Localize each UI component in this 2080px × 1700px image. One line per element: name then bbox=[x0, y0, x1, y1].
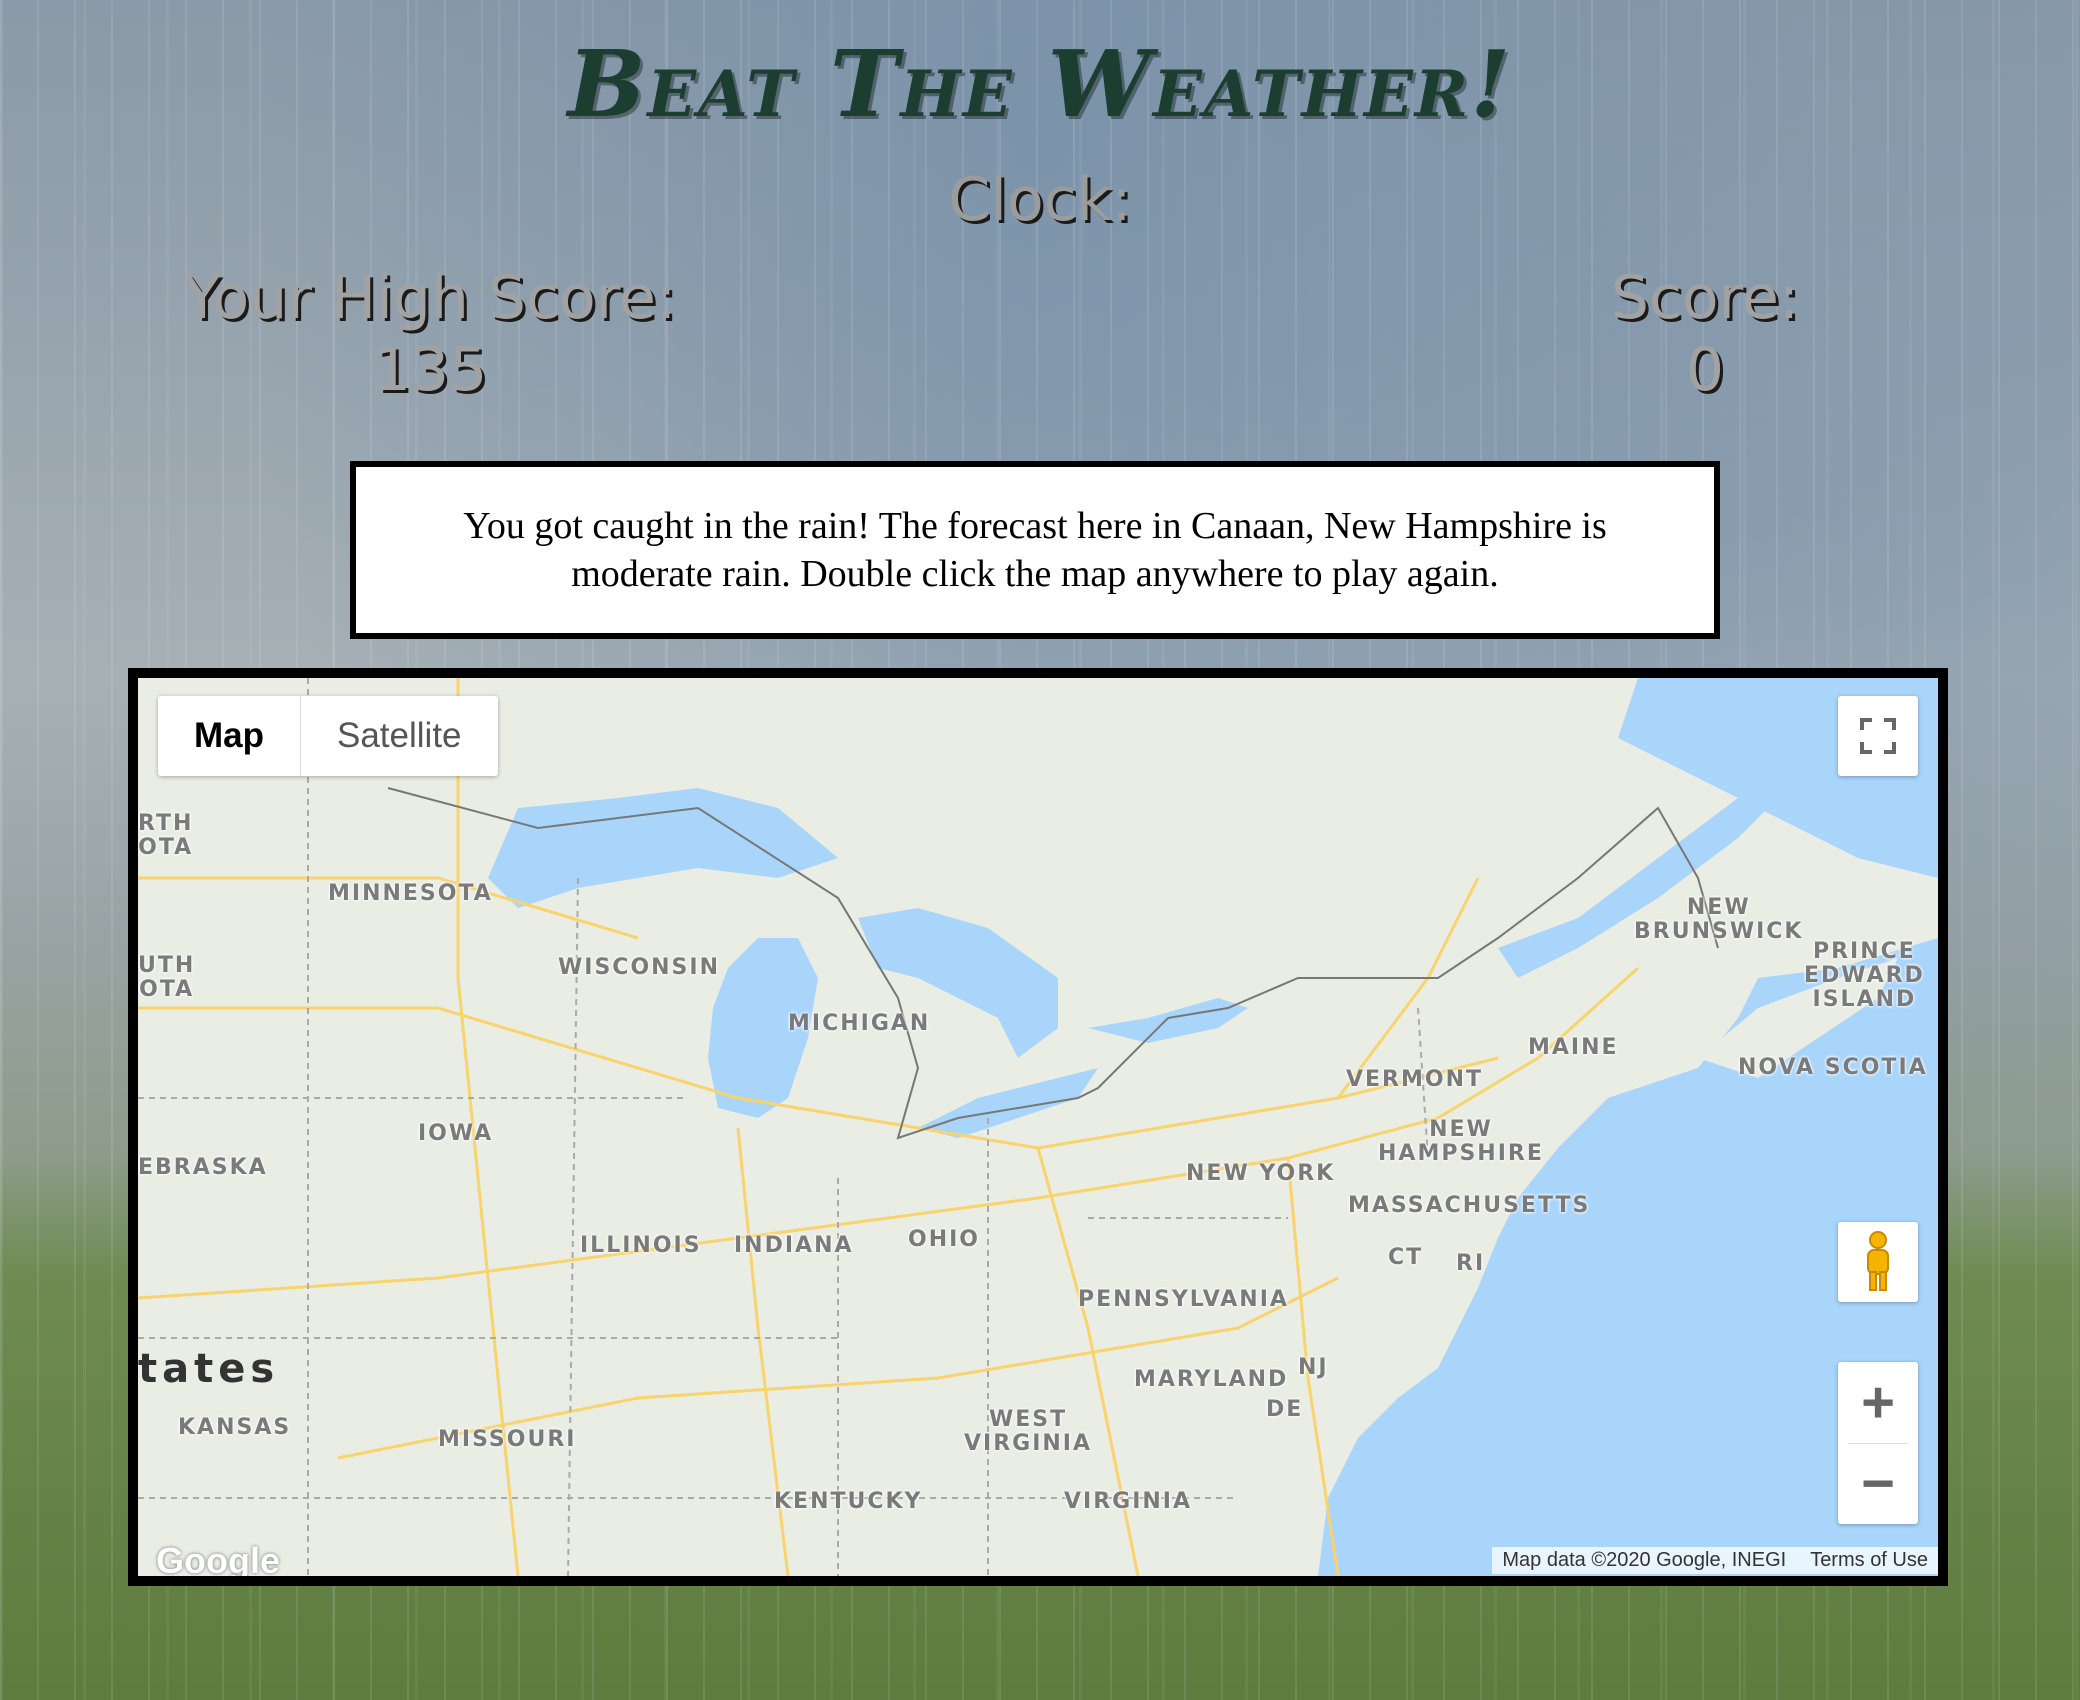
map-label-kansas: KANSAS bbox=[178, 1415, 292, 1440]
game-title: Beat The Weather! bbox=[567, 30, 1513, 138]
map-label-new-brunswick: NEW BRUNSWICK bbox=[1634, 895, 1804, 944]
map-label-nj: NJ bbox=[1298, 1355, 1329, 1380]
map-label-new-york: NEW YORK bbox=[1186, 1161, 1336, 1186]
map-label-michigan: MICHIGAN bbox=[788, 1011, 931, 1036]
map-label-virginia: VIRGINIA bbox=[1064, 1489, 1193, 1514]
map-label-pennsylvania: PENNSYLVANIA bbox=[1078, 1287, 1289, 1312]
map-label-ohio: OHIO bbox=[908, 1227, 981, 1252]
zoom-out-button[interactable]: − bbox=[1838, 1444, 1918, 1525]
score-value: 0 bbox=[1685, 335, 1725, 405]
map-data-credit: Map data ©2020 Google, INEGI bbox=[1502, 1549, 1787, 1571]
map-type-map-button[interactable]: Map bbox=[158, 696, 301, 776]
map-label-new-hampshire: NEW HAMPSHIRE bbox=[1378, 1117, 1544, 1166]
high-score-label: Your High Score: bbox=[183, 263, 677, 333]
map-label-missouri: MISSOURI bbox=[438, 1427, 577, 1452]
map-label-prince-edward-island: PRINCE EDWARD ISLAND bbox=[1804, 939, 1925, 1012]
fullscreen-icon bbox=[1860, 718, 1896, 754]
clock-label: Clock: bbox=[948, 165, 1132, 235]
map-label-wisconsin: WISCONSIN bbox=[558, 955, 720, 980]
map-label-massachusetts: MASSACHUSETTS bbox=[1348, 1193, 1591, 1218]
zoom-in-button[interactable]: + bbox=[1838, 1362, 1918, 1443]
terms-link[interactable]: Terms of Use bbox=[1810, 1549, 1928, 1572]
high-score-value: 135 bbox=[372, 335, 488, 405]
map-label-iowa: IOWA bbox=[418, 1121, 494, 1146]
map-label-maryland: MARYLAND bbox=[1134, 1367, 1289, 1392]
map-label-kentucky: KENTUCKY bbox=[774, 1489, 923, 1514]
map-type-satellite-button[interactable]: Satellite bbox=[301, 696, 498, 776]
street-view-pegman[interactable] bbox=[1838, 1222, 1918, 1302]
map-label-ct: CT bbox=[1388, 1245, 1424, 1270]
status-message: You got caught in the rain! The forecast… bbox=[350, 461, 1720, 639]
game-map[interactable]: tates RTH OTA UTH OTA MINNESOTA WISCONSI… bbox=[128, 668, 1948, 1586]
country-label: tates bbox=[138, 1346, 280, 1392]
map-label-maine: MAINE bbox=[1528, 1035, 1619, 1060]
high-score-panel: Your High Score: 135 bbox=[180, 262, 680, 406]
map-label-north-dakota: RTH OTA bbox=[138, 811, 194, 860]
map-label-vermont: VERMONT bbox=[1346, 1067, 1484, 1092]
zoom-control: + − bbox=[1838, 1362, 1918, 1524]
map-label-nebraska: EBRASKA bbox=[138, 1155, 268, 1180]
map-label-west-virginia: WEST VIRGINIA bbox=[964, 1407, 1093, 1456]
fullscreen-button[interactable] bbox=[1838, 696, 1918, 776]
map-attribution: Map data ©2020 Google, INEGI Terms of Us… bbox=[1492, 1547, 1938, 1574]
map-label-de: DE bbox=[1266, 1397, 1304, 1422]
map-label-illinois: ILLINOIS bbox=[580, 1233, 702, 1258]
map-label-nova-scotia: NOVA SCOTIA bbox=[1738, 1055, 1928, 1080]
map-label-indiana: INDIANA bbox=[734, 1233, 854, 1258]
map-type-control: Map Satellite bbox=[158, 696, 498, 776]
pegman-icon bbox=[1867, 1231, 1889, 1291]
map-label-minnesota: MINNESOTA bbox=[328, 881, 493, 906]
map-label-ri: RI bbox=[1456, 1251, 1486, 1276]
google-logo: Google bbox=[156, 1540, 280, 1581]
map-label-south-dakota: UTH OTA bbox=[138, 953, 196, 1002]
score-panel: Score: 0 bbox=[1530, 262, 1880, 406]
score-label: Score: bbox=[1610, 263, 1800, 333]
